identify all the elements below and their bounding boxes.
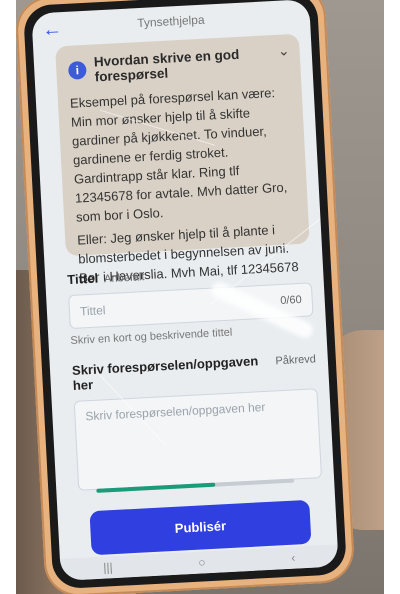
request-form: Tittel Anbefalt Tittel 0/60 Skriv en kor… xyxy=(66,259,323,491)
phone-screen: ← Tynsethjelpa i Hvordan skrive en god f… xyxy=(31,0,339,581)
info-title: Hvordan skrive en god forespørsel xyxy=(93,46,240,85)
desc-hint: Påkrevd xyxy=(275,353,317,368)
phone-case: ← Tynsethjelpa i Hvordan skrive en god f… xyxy=(16,0,356,594)
chevron-down-icon[interactable]: ⌄ xyxy=(277,42,290,60)
nav-back-icon[interactable]: ‹ xyxy=(291,551,296,565)
app-title: Tynsethjelpa xyxy=(136,12,205,31)
desc-label-row: Skriv forespørselen/oppgaven her Påkrevd xyxy=(72,350,317,393)
desc-label: Skriv forespørselen/oppgaven her xyxy=(71,353,259,393)
info-body: Eksempel på forespørsel kan være: Min mo… xyxy=(70,82,300,287)
title-label: Tittel xyxy=(66,270,99,288)
photo-scene: ← Tynsethjelpa i Hvordan skrive en god f… xyxy=(16,0,384,594)
desc-placeholder: Skriv forespørselen/oppgaven her xyxy=(85,399,266,424)
info-icon: i xyxy=(67,60,87,80)
recent-apps-icon[interactable]: ||| xyxy=(103,560,113,574)
home-icon[interactable]: ○ xyxy=(198,555,206,569)
desc-textarea[interactable]: Skriv forespørselen/oppgaven her xyxy=(73,388,323,491)
title-hint: Anbefalt xyxy=(103,271,145,286)
info-paragraph-1: Eksempel på forespørsel kan være: Min mo… xyxy=(69,85,288,225)
info-header: i Hvordan skrive en god forespørsel xyxy=(67,44,289,85)
info-card[interactable]: i Hvordan skrive en god forespørsel ⌄ Ek… xyxy=(55,33,310,286)
title-counter: 0/60 xyxy=(279,293,302,308)
phone-body: ← Tynsethjelpa i Hvordan skrive en god f… xyxy=(22,0,348,590)
title-placeholder: Tittel xyxy=(79,303,106,319)
